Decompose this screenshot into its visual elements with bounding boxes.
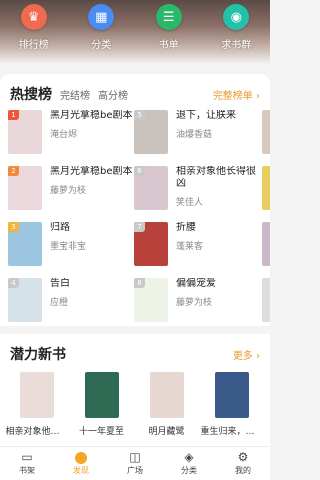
list-item[interactable]: 2 黑月光拿稳be剧本 藤萝为枝 [8, 166, 133, 216]
rank-badge: 3 [8, 222, 19, 232]
tab-label: 书架 [19, 466, 35, 475]
tab-label: 发现 [73, 465, 89, 475]
list-item[interactable]: 明月藏鹭 [134, 372, 199, 437]
tab-category[interactable]: ◈ 分类 [162, 447, 216, 480]
rank-badge: 6 [134, 166, 145, 176]
book-author: 墨宝非宝 [50, 242, 87, 252]
profile-gear-icon: ⚙ [237, 450, 249, 464]
book-author: 藤萝为枝 [50, 186, 87, 196]
list-item[interactable]: 7 折腰蓬莱客 [134, 222, 259, 272]
rank-badge: 1 [8, 110, 19, 120]
potential-books-row: 相亲对象他长... 十一年夏至 明月藏鹭 重生归来，家... [0, 366, 270, 437]
tab-label: 分类 [181, 466, 197, 475]
hot-search-section: 热搜榜 完结榜 高分榜 完整榜单 › 1 黑月光拿稳be剧本 淹台烬 5 退下，让… [0, 74, 270, 326]
list-item[interactable]: 5 退下，让朕来 油爆香菇 [134, 110, 259, 160]
booklist-icon: ☰ [155, 4, 182, 30]
next-column-cover [262, 222, 270, 266]
nav-request-group[interactable]: ◉ 求书群 [208, 4, 264, 51]
book-title: 相亲对象他长... [5, 427, 68, 437]
book-author: 淹台烬 [50, 130, 78, 140]
tab-label: 我的 [235, 466, 251, 475]
list-item[interactable]: 相亲对象他长... [4, 372, 69, 437]
book-title: 黑月光拿稳be剧本 [50, 166, 133, 177]
tab-discover[interactable]: ◎ 发现 [54, 447, 108, 480]
book-cover: 4 [8, 278, 42, 322]
rank-badge: 8 [134, 278, 145, 288]
quick-nav-banner: ♛ 排行榜 ▦ 分类 ☰ 书单 ◉ 求书群 [0, 0, 270, 64]
tab-bookshelf[interactable]: ▭ 书架 [0, 447, 54, 480]
tab-label: 广场 [127, 466, 143, 475]
book-title: 退下，让朕来 [176, 110, 236, 121]
book-title: 告白 [50, 278, 70, 289]
book-title: 十一年夏至 [78, 427, 124, 437]
book-cover: 1 [8, 110, 42, 154]
hot-search-header: 热搜榜 完结榜 高分榜 完整榜单 › [0, 74, 270, 106]
book-title: 相亲对象他长得很凶 [176, 166, 256, 189]
book-author: 蓬莱客 [176, 242, 204, 252]
book-cover [214, 372, 249, 418]
nav-ranking-label: 排行榜 [18, 40, 49, 51]
potential-books-title: 潜力新书 [10, 347, 66, 363]
list-item[interactable]: 3 归路墨宝非宝 [8, 222, 133, 272]
nav-booklist[interactable]: ☰ 书单 [141, 4, 197, 51]
book-author: 油爆香菇 [176, 130, 213, 140]
book-cover: 5 [134, 110, 168, 154]
list-item[interactable]: 4 告白应橙 [8, 278, 133, 328]
next-column-cover [262, 278, 270, 322]
next-column-cover [262, 166, 270, 210]
book-cover: 2 [8, 166, 42, 210]
book-title: 明月藏鹭 [148, 427, 185, 437]
book-cover: 6 [134, 166, 168, 210]
category-icon: ◈ [184, 450, 194, 464]
tab-mine[interactable]: ⚙ 我的 [216, 447, 270, 480]
nav-category-label: 分类 [91, 40, 112, 51]
rank-badge: 7 [134, 222, 145, 232]
list-item[interactable]: 6 相亲对象他长得很凶笑佳人 [134, 166, 259, 216]
rank-badge: 4 [8, 278, 19, 288]
nav-ranking[interactable]: ♛ 排行榜 [6, 4, 62, 51]
potential-books-section: 潜力新书 更多 › 相亲对象他长... 十一年夏至 明月藏鹭 重生归来，家... [0, 334, 270, 446]
nav-request-group-label: 求书群 [221, 40, 252, 51]
bottom-tab-bar: ▭ 书架 ◎ 发现 ◫ 广场 ◈ 分类 ⚙ 我的 [0, 446, 270, 480]
trophy-icon: ♛ [20, 4, 47, 30]
full-ranking-link[interactable]: 完整榜单 › [213, 87, 260, 102]
list-item[interactable]: 十一年夏至 [69, 372, 134, 437]
book-title: 偏偏宠爱 [176, 278, 216, 289]
book-cover: 3 [8, 222, 42, 266]
next-column-cover [262, 110, 270, 154]
rank-badge: 5 [134, 110, 145, 120]
book-title: 黑月光拿稳be剧本 [50, 110, 133, 121]
tab-high-score[interactable]: 高分榜 [98, 87, 128, 102]
book-author: 笑佳人 [176, 198, 204, 208]
book-author: 应橙 [50, 298, 69, 308]
nav-category[interactable]: ▦ 分类 [73, 4, 129, 51]
grid-icon: ▦ [88, 4, 115, 30]
bookshelf-icon: ▭ [21, 450, 33, 464]
discover-icon: ◎ [75, 451, 87, 464]
chat-icon: ◉ [223, 4, 250, 30]
list-item[interactable]: 重生归来，家... [199, 372, 264, 437]
more-link[interactable]: 更多 › [233, 347, 260, 362]
book-title: 重生归来，家... [200, 427, 263, 437]
rank-badge: 2 [8, 166, 19, 176]
book-cover [19, 372, 54, 418]
book-cover [149, 372, 184, 418]
tab-square[interactable]: ◫ 广场 [108, 447, 162, 480]
book-cover [84, 372, 119, 418]
list-item[interactable]: 1 黑月光拿稳be剧本 淹台烬 [8, 110, 133, 160]
potential-books-header: 潜力新书 更多 › [0, 334, 270, 366]
hot-search-title: 热搜榜 [10, 87, 52, 103]
nav-booklist-label: 书单 [158, 40, 179, 51]
book-cover: 7 [134, 222, 168, 266]
book-title: 折腰 [176, 222, 196, 233]
book-author: 藤萝为枝 [176, 298, 213, 308]
square-icon: ◫ [129, 450, 141, 464]
list-item[interactable]: 8 偏偏宠爱藤萝为枝 [134, 278, 259, 328]
book-cover: 8 [134, 278, 168, 322]
book-title: 归路 [50, 222, 70, 233]
tab-finished[interactable]: 完结榜 [60, 87, 90, 102]
